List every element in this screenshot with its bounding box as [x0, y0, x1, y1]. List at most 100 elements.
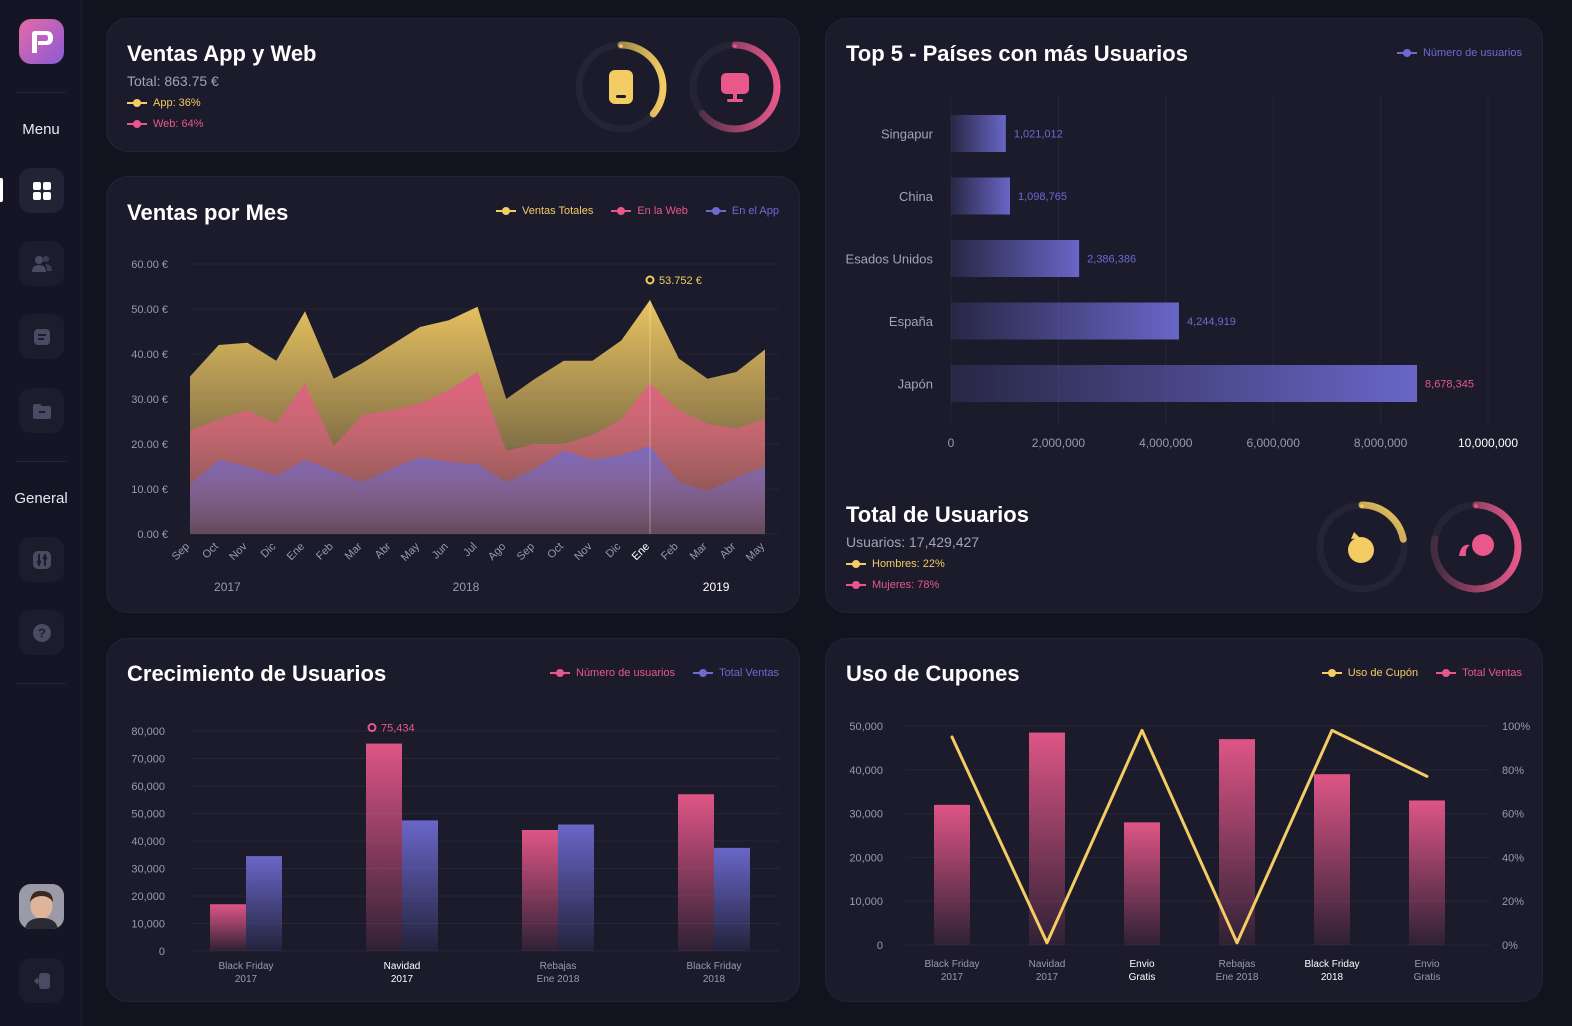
x-tick-label: Jun: [430, 541, 451, 562]
help-icon: ?: [32, 623, 51, 642]
value-label: 1,098,765: [1018, 191, 1067, 203]
year-label: 2017: [214, 580, 241, 594]
sidebar-divider: [16, 92, 66, 93]
annotation-marker: [367, 723, 377, 733]
x-tick-label: Sep: [170, 541, 192, 563]
x-tick-label: Oct: [545, 541, 566, 562]
y-tick-label: 40.00 €: [131, 349, 168, 361]
bar-users: [678, 794, 714, 951]
sidebar-divider: [16, 461, 66, 462]
x-tick-label: Black Friday: [1304, 959, 1359, 970]
web-share-gauge: [689, 41, 781, 133]
x-tick-label: Black Friday: [924, 959, 979, 970]
x-tick-label: Dic: [604, 540, 624, 560]
sidebar-item-settings[interactable]: [19, 537, 64, 582]
sidebar: Menu General ?: [0, 0, 82, 1026]
bar-sales: [246, 856, 282, 951]
logout-button[interactable]: [19, 958, 64, 1003]
menu-section-label: Menu: [22, 121, 60, 138]
x-tick-label: 8,000,000: [1354, 436, 1408, 450]
sidebar-item-files[interactable]: [19, 388, 64, 433]
countries-card: Top 5 - Países con más Usuarios Número d…: [825, 18, 1543, 613]
sidebar-item-documents[interactable]: [19, 314, 64, 359]
active-indicator: [0, 178, 3, 202]
sales-app-web-card: Ventas App y Web Total: 863.75 € App: 36…: [106, 18, 800, 152]
x-tick-label: Gratis: [1414, 972, 1441, 983]
y-tick-label: 60,000: [131, 781, 165, 793]
monthly-area-chart: 0.00 € 10.00 € 20.00 € 30.00 € 40.00 € 50.00 …: [131, 259, 780, 594]
sidebar-item-dashboard[interactable]: [19, 168, 64, 213]
bar: [951, 302, 1179, 340]
y2-tick-label: 60%: [1502, 809, 1524, 821]
app-share-label: App: 36%: [153, 97, 201, 109]
men-share-label: Hombres: 22%: [872, 558, 945, 570]
y-tick-label: 80,000: [131, 726, 165, 738]
sidebar-item-help[interactable]: ?: [19, 610, 64, 655]
dashboard-icon: [32, 181, 51, 200]
bar-sales: [1314, 774, 1350, 945]
total-users-value: Usuarios: 17,429,427: [846, 534, 980, 550]
logo-icon: [31, 30, 53, 53]
bar-sales: [714, 847, 750, 951]
x-tick-label: Navidad: [384, 961, 421, 972]
x-tick-label: Rebajas: [540, 961, 577, 972]
growth-bar-chart: 0 10,000 20,000 30,000 40,000 50,000 60,000 70,…: [131, 723, 780, 985]
user-avatar[interactable]: [19, 884, 64, 929]
legend-marker: [127, 120, 147, 128]
app-logo[interactable]: [19, 19, 64, 64]
annotation-marker: [645, 275, 655, 285]
y-tick-label: 70,000: [131, 754, 165, 766]
x-tick-label: Feb: [314, 541, 336, 563]
phone-icon: [609, 70, 633, 104]
value-label: 1,021,012: [1014, 129, 1063, 141]
web-legend: Web: 64%: [127, 118, 204, 130]
total-users-title: Total de Usuarios: [846, 502, 1029, 527]
svg-text:?: ?: [38, 625, 46, 640]
bar: [951, 115, 1006, 152]
x-tick-label: May: [399, 540, 423, 564]
category-label: Esados Unidos: [846, 252, 934, 267]
y-tick-label: 0: [877, 940, 883, 952]
y-tick-label: 0: [159, 946, 165, 958]
value-label: 2,386,386: [1087, 254, 1136, 266]
y-tick-label: 30,000: [849, 809, 883, 821]
settings-sliders-icon: [32, 550, 51, 569]
web-share-label: Web: 64%: [153, 118, 204, 130]
y2-tick-label: 0%: [1502, 940, 1518, 952]
users-icon: [31, 255, 52, 272]
year-label: 2018: [453, 580, 480, 594]
legend-marker: [846, 581, 866, 589]
bar-sales: [1409, 800, 1445, 945]
year-label: 2019: [703, 580, 730, 594]
bar-users: [210, 904, 246, 951]
legend-marker: [846, 560, 866, 568]
y-tick-label: 10,000: [849, 896, 883, 908]
y2-tick-label: 100%: [1502, 721, 1530, 733]
x-tick-label: Jul: [461, 541, 479, 559]
y-tick-label: 50.00 €: [131, 304, 168, 316]
bar-sales: [402, 820, 438, 951]
y-tick-label: 50,000: [849, 721, 883, 733]
x-tick-label: Black Friday: [686, 961, 741, 972]
x-tick-label: 2018: [703, 974, 726, 985]
x-tick-label: Mar: [688, 540, 710, 562]
sidebar-item-users[interactable]: [19, 241, 64, 286]
bar: [951, 240, 1080, 277]
x-tick-label: 4,000,000: [1139, 436, 1193, 450]
annotation-label: 53.752 €: [659, 275, 702, 287]
male-icon: [1348, 532, 1374, 563]
x-tick-label: Mar: [343, 540, 365, 562]
x-tick-label: 2017: [235, 974, 258, 985]
y-tick-label: 50,000: [131, 809, 165, 821]
category-label: España: [889, 314, 934, 329]
bar-sales: [934, 804, 970, 945]
coupon-combo-chart: 0 0% 10,000 20% 20,000 40% 30,000 60% 40,000 80% 5…: [849, 721, 1530, 983]
y-tick-label: 40,000: [849, 765, 883, 777]
x-tick-label: 2017: [391, 974, 414, 985]
category-label: Singapur: [881, 127, 934, 142]
category-label: Japón: [898, 377, 933, 392]
x-tick-label: Nov: [227, 540, 250, 563]
y-tick-label: 0.00 €: [137, 529, 168, 541]
value-label: 4,244,919: [1187, 316, 1236, 328]
x-tick-label: 0: [948, 436, 955, 450]
